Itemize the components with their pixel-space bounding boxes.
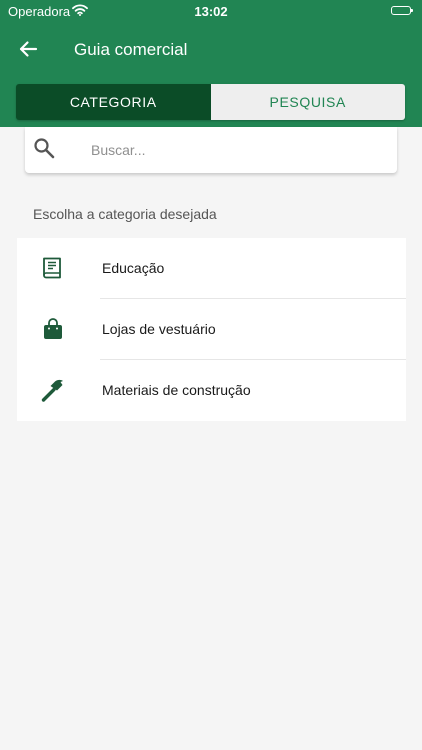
- status-bar: Operadora 13:02: [0, 0, 422, 22]
- search-input[interactable]: [89, 135, 383, 165]
- category-list: Educação Lojas de vestuário Materiais de…: [17, 238, 406, 421]
- category-label: Materiais de construção: [102, 382, 251, 398]
- section-label: Escolha a categoria desejada: [33, 206, 217, 222]
- tab-label: CATEGORIA: [69, 94, 157, 110]
- page-title: Guia comercial: [74, 40, 188, 59]
- book-icon: [39, 254, 67, 282]
- app-header: Operadora 13:02 Guia comercial CATEGORIA…: [0, 0, 422, 127]
- search-bar: [25, 127, 397, 173]
- category-item-educacao[interactable]: Educação: [17, 238, 406, 299]
- tab-label: PESQUISA: [269, 94, 346, 110]
- category-label: Lojas de vestuário: [102, 321, 216, 337]
- tab-bar: CATEGORIA PESQUISA: [16, 84, 405, 120]
- category-item-materiais-de-construcao[interactable]: Materiais de construção: [17, 360, 406, 421]
- arrow-left-icon: [19, 41, 38, 57]
- category-label: Educação: [102, 260, 165, 276]
- search-icon[interactable]: [33, 137, 55, 159]
- tab-categoria[interactable]: CATEGORIA: [16, 84, 211, 120]
- hammer-icon: [39, 376, 67, 404]
- status-time: 13:02: [194, 4, 228, 19]
- back-button[interactable]: [14, 36, 42, 62]
- tab-pesquisa[interactable]: PESQUISA: [210, 84, 405, 120]
- shopping-bag-icon: [39, 315, 67, 343]
- category-item-lojas-de-vestuario[interactable]: Lojas de vestuário: [17, 299, 406, 360]
- battery-icon: [391, 6, 413, 15]
